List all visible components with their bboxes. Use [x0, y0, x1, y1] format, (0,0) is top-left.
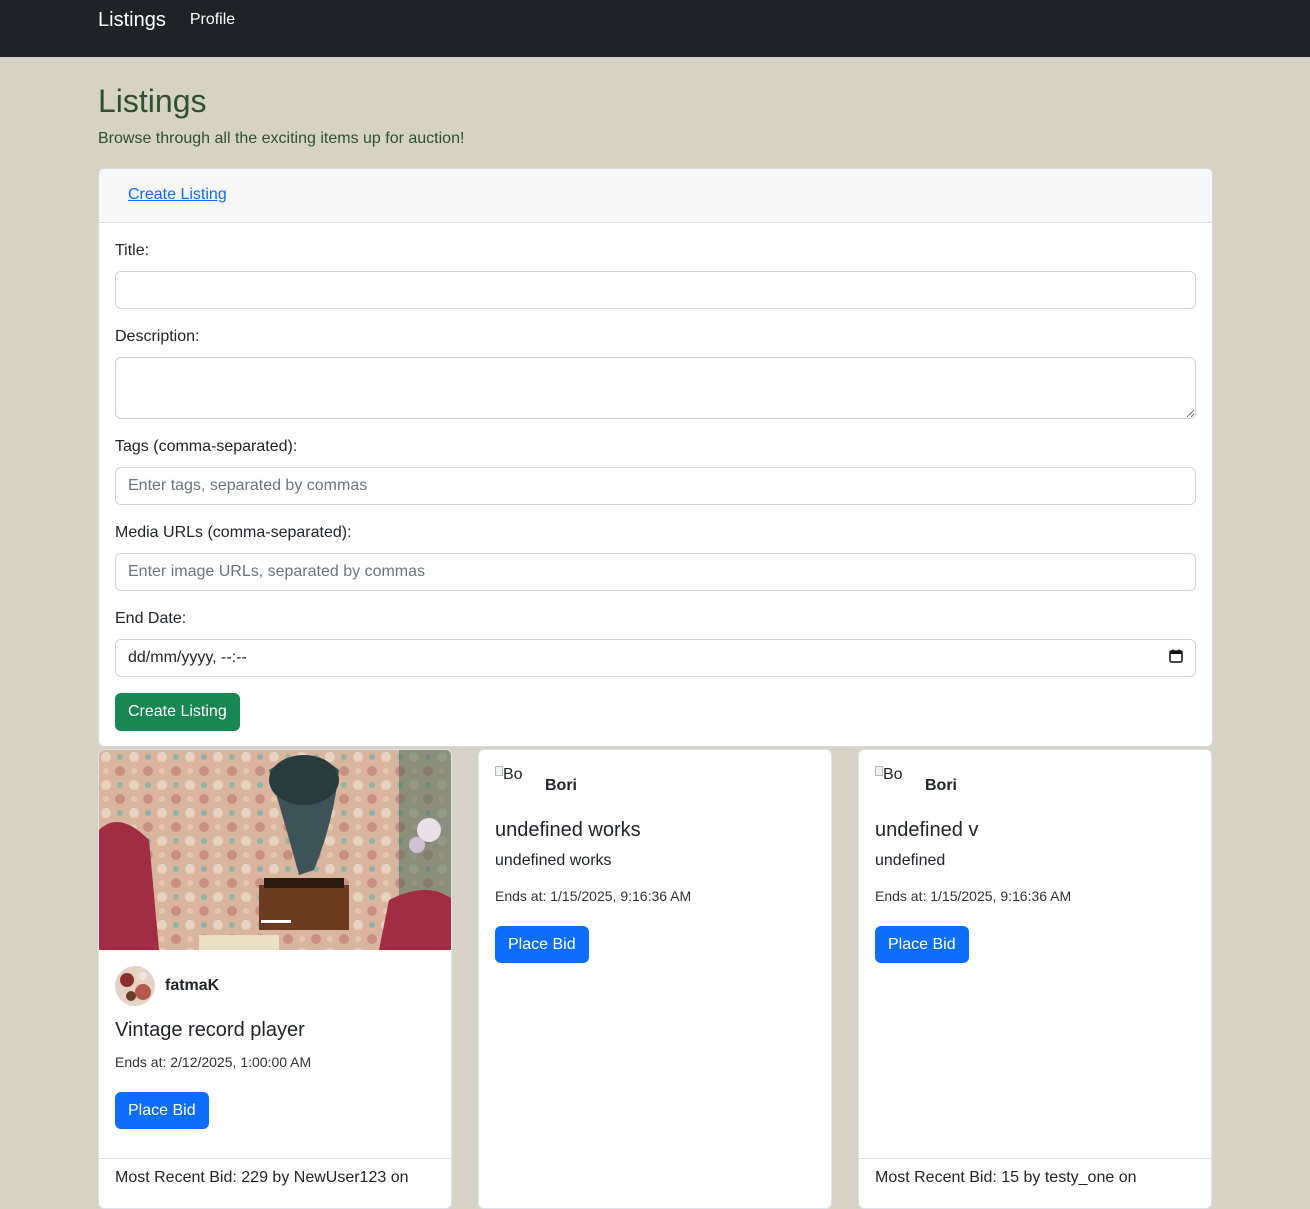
carousel-indicator[interactable] [261, 920, 291, 923]
create-listing-button[interactable]: Create Listing [115, 693, 240, 731]
page-subtitle: Browse through all the exciting items up… [98, 130, 465, 147]
create-listing-card: Create Listing Title: Description: Tags … [98, 168, 1213, 747]
seller-avatar-broken-image: Bo [875, 766, 915, 806]
place-bid-button[interactable]: Place Bid [875, 926, 969, 963]
seller-name: Bori [925, 777, 957, 794]
top-navbar: Listings Profile [0, 0, 1310, 57]
listing-title: Vintage record player [115, 1019, 305, 1041]
calendar-icon[interactable] [1169, 649, 1183, 668]
end-date-value: dd/mm/yyyy, --:-- [128, 649, 247, 666]
seller-info: fatmaK [115, 966, 435, 1006]
create-listing-tab-link[interactable]: Create Listing [128, 186, 227, 203]
listing-card: fatmaK Vintage record player Ends at: 2/… [98, 749, 452, 1209]
seller-avatar-broken-image: Bo [495, 766, 535, 806]
seller-name: fatmaK [165, 977, 220, 994]
listing-card: Bo Bori undefined v undefined Ends at: 1… [858, 749, 1212, 1209]
listing-title: undefined v [875, 819, 979, 841]
recent-bid-text: Most Recent Bid: 15 by testy_one on [875, 1169, 1137, 1186]
listing-description: undefined works [495, 852, 612, 869]
seller-avatar [115, 966, 155, 1006]
title-input[interactable] [115, 271, 1196, 309]
listing-title: undefined works [495, 819, 641, 841]
title-label: Title: [115, 242, 150, 259]
seller-info: Bo Bori [875, 766, 1195, 806]
listing-card-body: fatmaK Vintage record player Ends at: 2/… [99, 950, 451, 1145]
description-label: Description: [115, 328, 200, 345]
navbar-brand[interactable]: Listings [98, 8, 166, 32]
end-date-input[interactable]: dd/mm/yyyy, --:-- [115, 639, 1196, 677]
listing-end-date: Ends at: 1/15/2025, 9:16:36 AM [875, 888, 1072, 904]
listing-end-date: Ends at: 2/12/2025, 1:00:00 AM [115, 1054, 312, 1070]
listing-card-body: Bo Bori undefined v undefined Ends at: 1… [859, 750, 1211, 979]
listing-image-carousel[interactable] [99, 750, 451, 950]
card-header: Create Listing [99, 169, 1212, 223]
tags-label: Tags (comma-separated): [115, 438, 298, 455]
create-listing-form: Title: Description: Tags (comma-separate… [99, 223, 1212, 731]
end-date-label: End Date: [115, 610, 187, 627]
avatar-alt-text: Bo [503, 766, 523, 783]
broken-image-icon [495, 766, 503, 776]
listing-card-body: Bo Bori undefined works undefined works … [479, 750, 831, 979]
description-textarea[interactable] [115, 357, 1196, 419]
recent-bid-text: Most Recent Bid: 229 by NewUser123 on [115, 1169, 409, 1186]
listing-card: Bo Bori undefined works undefined works … [478, 749, 832, 1209]
place-bid-button[interactable]: Place Bid [115, 1092, 209, 1129]
listing-end-date: Ends at: 1/15/2025, 9:16:36 AM [495, 888, 692, 904]
broken-image-icon [875, 766, 883, 776]
tags-input[interactable] [115, 467, 1196, 505]
nav-link-profile[interactable]: Profile [190, 8, 235, 32]
media-urls-input[interactable] [115, 553, 1196, 591]
avatar-alt-text: Bo [883, 766, 903, 783]
page-title: Listings [98, 83, 207, 119]
recent-bid-footer: Most Recent Bid: 229 by NewUser123 on [99, 1158, 451, 1197]
media-urls-label: Media URLs (comma-separated): [115, 524, 352, 541]
place-bid-button[interactable]: Place Bid [495, 926, 589, 963]
seller-info: Bo Bori [495, 766, 815, 806]
recent-bid-footer: Most Recent Bid: 15 by testy_one on [859, 1158, 1211, 1197]
listing-description: undefined [875, 852, 946, 869]
seller-name: Bori [545, 777, 577, 794]
